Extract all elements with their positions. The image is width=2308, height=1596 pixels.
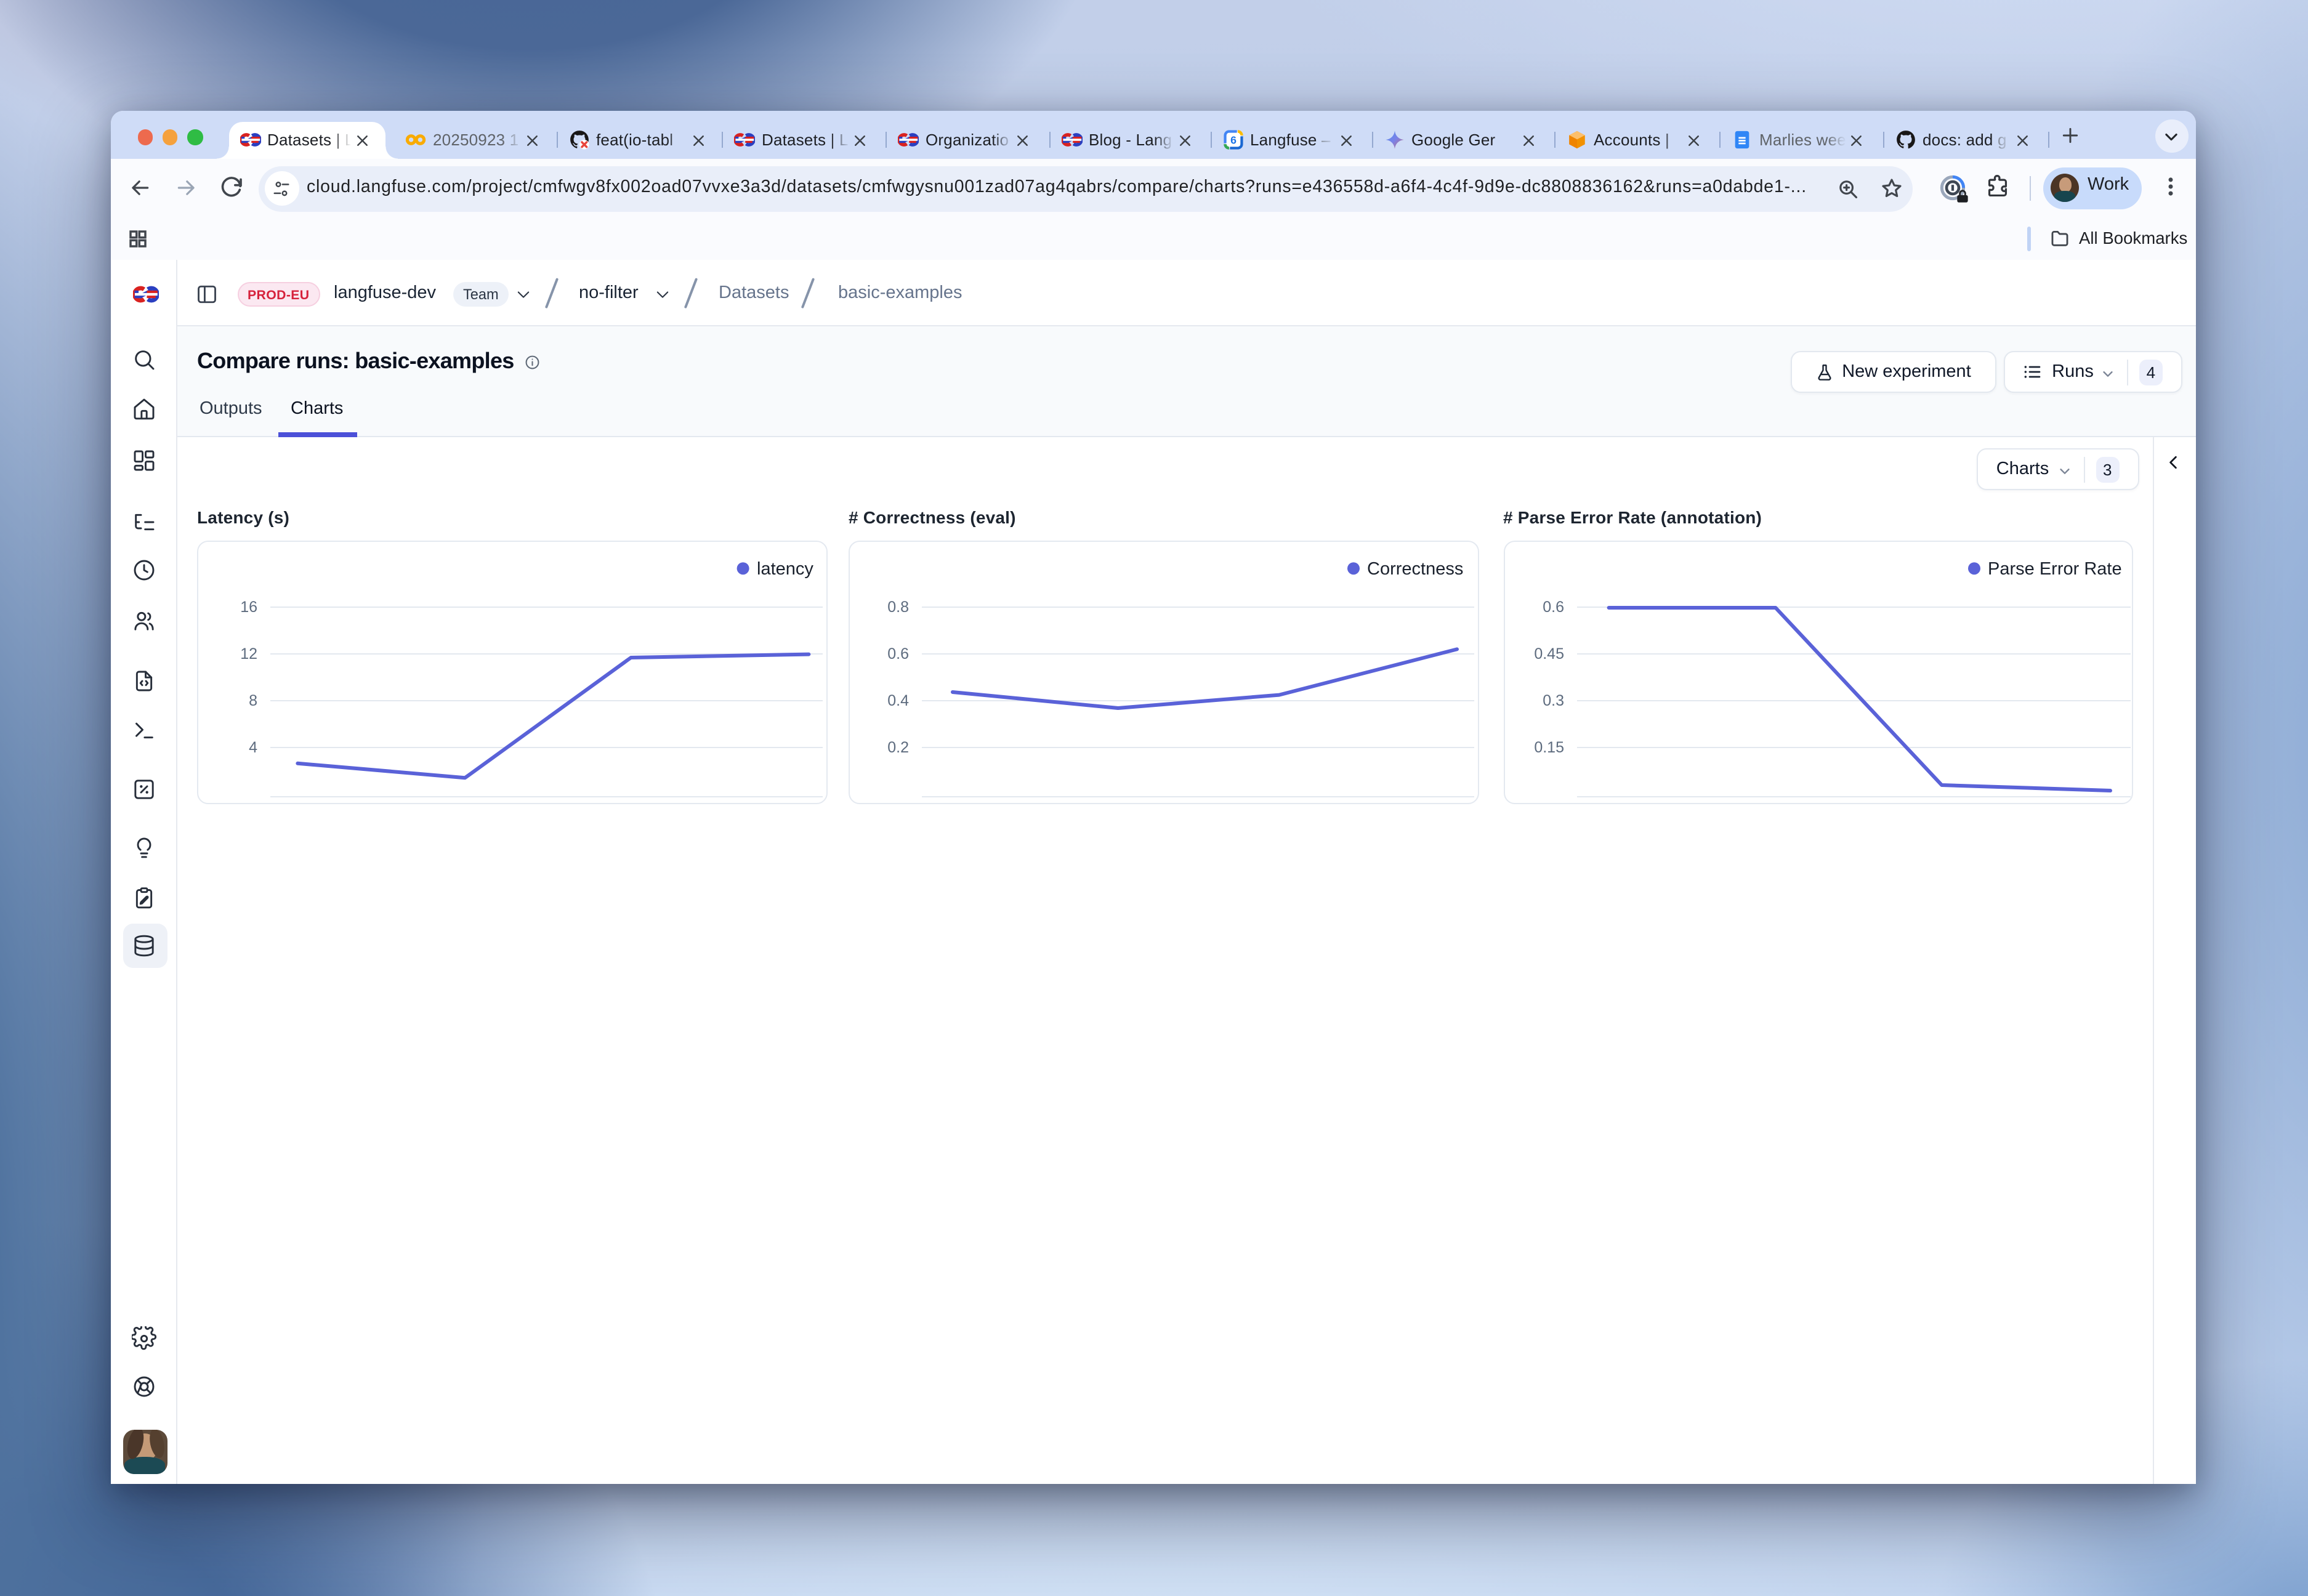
svg-text:0.4: 0.4 xyxy=(887,692,909,709)
svg-text:12: 12 xyxy=(240,645,257,663)
svg-text:16: 16 xyxy=(240,598,257,616)
svg-text:latency: latency xyxy=(757,559,813,579)
svg-text:4: 4 xyxy=(249,739,257,756)
svg-text:0.2: 0.2 xyxy=(887,739,909,756)
svg-text:0.45: 0.45 xyxy=(1533,645,1564,663)
svg-text:0.15: 0.15 xyxy=(1533,739,1564,756)
svg-text:Parse Error Rate: Parse Error Rate xyxy=(1987,559,2121,579)
svg-text:0.3: 0.3 xyxy=(1542,692,1564,709)
svg-text:0.6: 0.6 xyxy=(887,645,909,663)
svg-text:Correctness: Correctness xyxy=(1367,559,1463,579)
svg-text:0.8: 0.8 xyxy=(887,598,909,616)
svg-text:8: 8 xyxy=(249,692,257,709)
svg-text:0.6: 0.6 xyxy=(1542,598,1564,616)
svg-text:6: 6 xyxy=(1230,134,1236,147)
